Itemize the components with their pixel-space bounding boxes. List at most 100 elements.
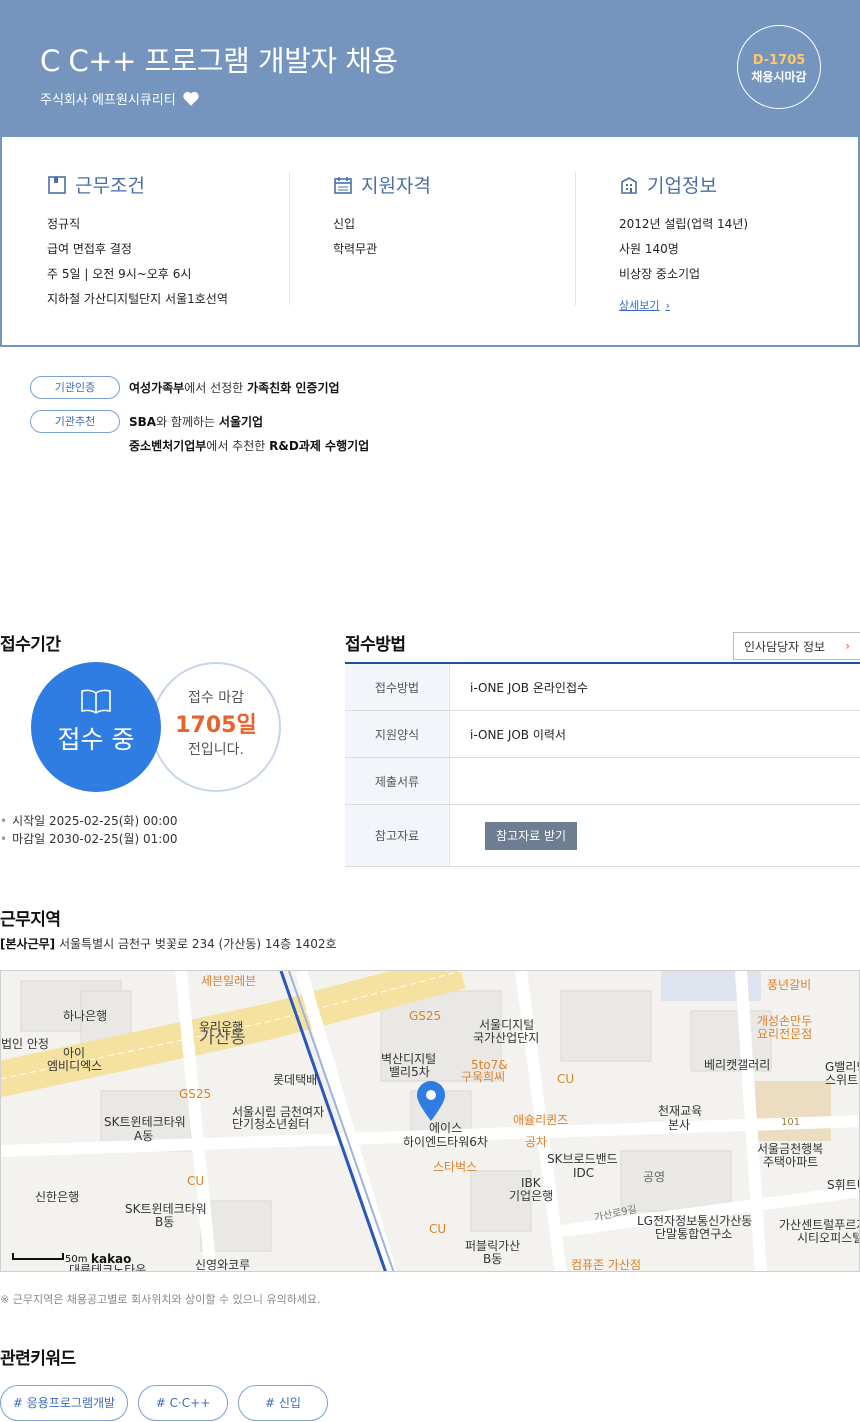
- svg-text:엠비디엑스: 엠비디엑스: [47, 1059, 102, 1073]
- svg-text:시티오피스텔: 시티오피스텔: [797, 1231, 860, 1245]
- svg-text:LG전자정보통신가산동: LG전자정보통신가산동: [637, 1214, 752, 1228]
- keywords-title: 관련키워드: [0, 1349, 76, 1369]
- company-name-row: 주식회사 에프원시큐리티: [40, 89, 200, 108]
- calendar-icon: [334, 176, 352, 194]
- svg-text:SK트윈테크타워: SK트윈테크타워: [125, 1202, 207, 1216]
- hr-contact-button[interactable]: 인사담당자 정보 ›: [733, 632, 860, 660]
- svg-text:롯데택배: 롯데택배: [273, 1073, 317, 1087]
- period-remaining-circle: 접수 마감 1705일 전입니다.: [151, 662, 281, 792]
- row-key: 제출서류: [345, 758, 449, 804]
- keyword-tag[interactable]: # C·C++: [138, 1385, 228, 1421]
- svg-text:B동: B동: [155, 1215, 174, 1229]
- svg-text:50m: 50m: [65, 1254, 87, 1265]
- chevron-right-icon: ›: [845, 639, 850, 653]
- svg-text:베리캣갤러리: 베리캣갤러리: [704, 1058, 770, 1072]
- period-title: 접수기간: [0, 635, 61, 655]
- svg-text:스위트: 스위트: [825, 1073, 858, 1087]
- svg-text:SK트윈테크타워: SK트윈테크타워: [104, 1115, 186, 1129]
- svg-text:천재교육: 천재교육: [658, 1103, 702, 1118]
- work-conditions: 근무조건 정규직 급여 면접후 결정 주 5일 | 오전 9시~오후 6시 지하…: [47, 171, 287, 312]
- building-icon: [621, 176, 637, 194]
- svg-text:세븐일레븐: 세븐일레븐: [201, 974, 256, 988]
- svg-text:개성손만두: 개성손만두: [757, 1014, 812, 1028]
- svg-text:GS25: GS25: [409, 1009, 441, 1023]
- keyword-tag[interactable]: # 신입: [238, 1385, 328, 1421]
- download-reference-button[interactable]: 참고자료 받기: [485, 821, 578, 850]
- svg-text:가산센트럴푸르지: 가산센트럴푸르지: [779, 1218, 860, 1232]
- method-title: 접수방법: [345, 635, 406, 655]
- remaining-label: 접수 마감: [188, 690, 244, 706]
- work-conditions-icon: [48, 175, 66, 194]
- svg-text:CU: CU: [429, 1222, 446, 1236]
- company-item: 비상장 중소기업: [619, 267, 701, 281]
- table-row: 지원양식 i-ONE JOB 이력서: [345, 711, 860, 758]
- svg-text:아이: 아이: [63, 1046, 85, 1060]
- svg-text:국가산업단지: 국가산업단지: [473, 1031, 539, 1045]
- svg-text:스타벅스: 스타벅스: [433, 1160, 477, 1174]
- address-text: 서울특별시 금천구 벚꽃로 234 (가산동) 14층 1402호: [55, 937, 337, 951]
- period-status-circle: 접수 중: [31, 662, 161, 792]
- company-item: 사원 140명: [619, 242, 679, 256]
- location-map[interactable]: 세븐일레븐 GS25 하나은행 우리은행 가산동 서울디지털 국가산업단지 벽산…: [0, 970, 860, 1272]
- location-title: 근무지역: [0, 910, 61, 930]
- remaining-suffix: 전입니다.: [188, 742, 244, 758]
- qualifications: 지원자격 신입 학력무관: [333, 171, 573, 262]
- qualify-item: 신입: [333, 217, 356, 231]
- svg-text:주택아파트: 주택아파트: [763, 1155, 818, 1169]
- svg-text:신한은행: 신한은행: [35, 1189, 79, 1204]
- start-date: 시작일 2025-02-25(화) 00:00: [0, 812, 177, 830]
- book-icon: [81, 689, 111, 714]
- work-item: 지하철 가산디지털단지 서울1호선역: [47, 292, 228, 306]
- job-header: C C++ 프로그램 개발자 채용 주식회사 에프원시큐리티 D-1705 채용…: [0, 0, 860, 137]
- svg-text:애슐리퀸즈: 애슐리퀸즈: [513, 1113, 568, 1127]
- svg-text:공영: 공영: [643, 1170, 665, 1184]
- work-item: 급여 면접후 결정: [47, 242, 132, 256]
- svg-text:구욱희씨: 구욱희씨: [461, 1070, 505, 1084]
- company-info: 기업정보 2012년 설립(업력 14년) 사원 140명 비상장 중소기업 상…: [619, 171, 859, 313]
- map-canvas[interactable]: 세븐일레븐 GS25 하나은행 우리은행 가산동 서울디지털 국가산업단지 벽산…: [1, 971, 860, 1272]
- period-status: 접수 중: [57, 725, 135, 754]
- keyword-tag[interactable]: # 응용프로그램개발: [0, 1385, 128, 1421]
- qualify-item: 학력무관: [333, 242, 378, 256]
- cert-text: 여성가족부에서 선정한 가족친화 인증기업: [129, 376, 340, 400]
- work-item: 주 5일 | 오전 9시~오후 6시: [47, 267, 192, 281]
- remaining-days: 1705일: [175, 713, 257, 738]
- cert-line: SBA와 함께하는 서울기업: [129, 415, 264, 429]
- period-dates: 시작일 2025-02-25(화) 00:00 마감일 2030-02-25(월…: [0, 812, 177, 848]
- row-value: [449, 758, 860, 804]
- company-name[interactable]: 주식회사 에프원시큐리티: [40, 89, 176, 108]
- svg-text:가산동: 가산동: [199, 1028, 246, 1048]
- svg-text:공차: 공차: [525, 1135, 547, 1149]
- location-note: ※ 근무지역은 채용공고별로 회사위치와 상이할 수 있으니 유의하세요.: [0, 1293, 321, 1306]
- row-value: i-ONE JOB 이력서: [449, 711, 860, 757]
- svg-text:벽산디지털: 벽산디지털: [381, 1052, 436, 1066]
- svg-text:본사: 본사: [668, 1118, 690, 1132]
- table-row: 참고자료 참고자료 받기: [345, 805, 860, 867]
- row-key: 참고자료: [345, 805, 449, 866]
- svg-text:단말통합연구소: 단말통합연구소: [655, 1227, 732, 1241]
- svg-text:CU: CU: [557, 1072, 574, 1086]
- cert-line: 중소벤처기업부에서 추천한 R&D과제 수행기업: [129, 439, 370, 453]
- svg-text:서울금천행복: 서울금천행복: [757, 1141, 823, 1156]
- table-row: 제출서류: [345, 758, 860, 805]
- work-conditions-title: 근무조건: [75, 175, 145, 197]
- svg-text:밸리5차: 밸리5차: [389, 1065, 430, 1079]
- row-value: 참고자료 받기: [449, 805, 860, 866]
- svg-text:IDC: IDC: [573, 1166, 594, 1180]
- svg-text:IBK: IBK: [521, 1176, 542, 1190]
- svg-text:신영와코루: 신영와코루: [195, 1258, 250, 1272]
- svg-text:SK브로드밴드: SK브로드밴드: [547, 1152, 618, 1166]
- cert-row: 기관인증 여성가족부에서 선정한 가족친화 인증기업: [30, 376, 340, 400]
- svg-text:G밸리닝: G밸리닝: [825, 1060, 860, 1074]
- dday-count: D-1705: [752, 53, 806, 68]
- svg-text:풍년갈비: 풍년갈비: [767, 978, 811, 992]
- company-item: 2012년 설립(업력 14년): [619, 217, 749, 231]
- cert-line: 여성가족부에서 선정한 가족친화 인증기업: [129, 381, 340, 395]
- svg-text:컴퓨존 가산점: 컴퓨존 가산점: [571, 1258, 641, 1272]
- hr-contact-label: 인사담당자 정보: [744, 639, 826, 654]
- location-tag: [본사근무]: [0, 937, 56, 951]
- row-value: i-ONE JOB 온라인접수: [449, 664, 860, 710]
- divider: [289, 172, 290, 305]
- heart-icon[interactable]: [182, 90, 200, 107]
- company-detail-link[interactable]: 상세보기 ›: [619, 297, 670, 313]
